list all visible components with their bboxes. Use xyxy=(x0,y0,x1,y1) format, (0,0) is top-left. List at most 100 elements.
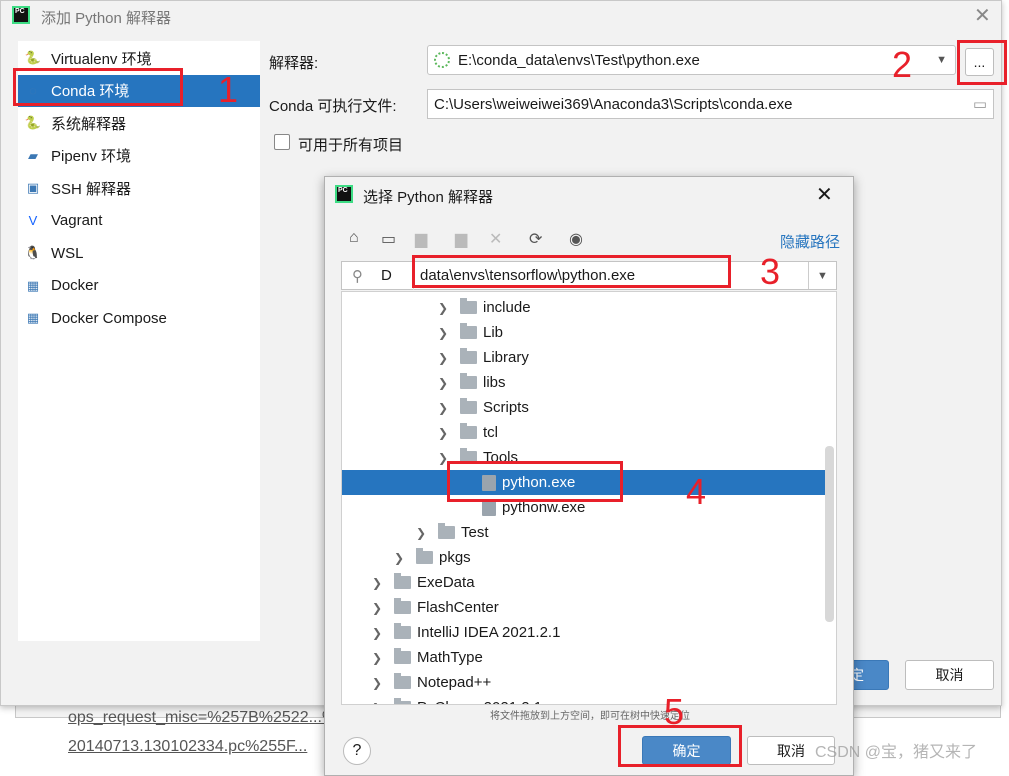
folder-icon xyxy=(394,598,411,614)
sidebar-item[interactable]: 🐍 系统解释器 xyxy=(18,107,260,139)
sidebar-item[interactable]: ▦ Docker Compose xyxy=(18,302,260,334)
annotation-box-3 xyxy=(412,255,731,288)
annotation-box-4 xyxy=(447,461,623,502)
delete-icon[interactable]: ✕ xyxy=(489,229,502,249)
tree-row[interactable]: ❯ Lib xyxy=(342,320,826,345)
show-hidden-icon[interactable]: ◉ xyxy=(569,229,583,249)
chevron-down-icon[interactable]: ▼ xyxy=(936,54,947,66)
path-prefix: D xyxy=(381,267,392,284)
chevron-down-icon[interactable]: ▼ xyxy=(808,262,836,289)
linux-icon: 🐧 xyxy=(24,245,42,260)
chevron-right-icon[interactable]: ❯ xyxy=(372,576,386,590)
tree-row-label: ExeData xyxy=(417,574,475,591)
dialog-title: 选择 Python 解释器 xyxy=(363,189,494,206)
folder-icon xyxy=(394,698,411,704)
sidebar-item[interactable]: ▰ Pipenv 环境 xyxy=(18,140,260,172)
python-icon: 🐍 xyxy=(24,115,42,130)
vagrant-icon: V xyxy=(28,213,38,228)
pipenv-icon: ▰ xyxy=(28,147,38,163)
chevron-right-icon[interactable]: ❯ xyxy=(372,676,386,690)
folder-icon[interactable]: ▭ xyxy=(973,95,987,113)
folder-icon xyxy=(460,398,477,414)
tree-row-label: include xyxy=(483,299,531,316)
scrollbar[interactable] xyxy=(825,446,834,622)
chevron-right-icon[interactable]: ❯ xyxy=(372,701,386,705)
virtualenv-icon: 🐍 xyxy=(24,50,42,65)
chevron-right-icon[interactable]: ❯ xyxy=(438,326,452,340)
tree-row[interactable]: ❯ MathType xyxy=(342,645,826,670)
chevron-right-icon[interactable]: ❯ xyxy=(416,526,430,540)
sidebar-item-label: WSL xyxy=(51,244,84,262)
tree-row[interactable]: ❯ IntelliJ IDEA 2021.2.1 xyxy=(342,620,826,645)
folder-icon xyxy=(416,548,433,564)
docker-icon: ▦ xyxy=(26,310,40,325)
chevron-right-icon[interactable]: ❯ xyxy=(372,651,386,665)
watermark: CSDN @宝，猪又来了 xyxy=(815,744,978,761)
chevron-right-icon[interactable]: ❯ xyxy=(438,351,452,365)
sidebar-item[interactable]: ▣ SSH 解释器 xyxy=(18,172,260,204)
sidebar-item-label: SSH 解释器 xyxy=(51,180,132,198)
hint-text: 将文件拖放到上方空间，即可在树中快速定位 xyxy=(490,711,690,722)
tree-row[interactable]: ❯ tcl xyxy=(342,420,826,445)
annotation-box-1 xyxy=(13,68,183,106)
chevron-right-icon[interactable]: ❯ xyxy=(394,551,408,565)
cancel-button[interactable]: 取消 xyxy=(905,660,994,690)
annotation-number-3: 3 xyxy=(760,251,781,292)
chevron-right-icon[interactable]: ❯ xyxy=(438,376,452,390)
desktop-icon[interactable]: ▭ xyxy=(381,229,396,249)
chevron-right-icon[interactable]: ❯ xyxy=(372,626,386,640)
annotation-number-1: 1 xyxy=(218,69,239,110)
refresh-icon[interactable]: ⟳ xyxy=(529,229,542,249)
sidebar-item-label: 系统解释器 xyxy=(51,115,127,133)
tree-row[interactable]: ❯ Scripts xyxy=(342,395,826,420)
all-projects-label: 可用于所有项目 xyxy=(298,137,404,154)
tree-row-label: pkgs xyxy=(439,549,471,566)
tree-row-label: tcl xyxy=(483,424,498,441)
tree-row[interactable]: ❯ ExeData xyxy=(342,570,826,595)
project-folder-icon[interactable]: ▆ xyxy=(415,229,427,249)
sidebar-item[interactable]: 🐧 WSL xyxy=(18,237,260,269)
interpreter-combo[interactable]: E:\conda_data\envs\Test\python.exe ▼ xyxy=(427,45,956,75)
tree-row[interactable]: ❯ FlashCenter xyxy=(342,595,826,620)
tree-row[interactable]: ❯ include xyxy=(342,295,826,320)
search-icon: ⚲ xyxy=(352,267,363,285)
tree-row[interactable]: ❯ pkgs xyxy=(342,545,826,570)
new-folder-icon[interactable]: ▆ xyxy=(455,229,467,249)
folder-icon xyxy=(394,573,411,589)
conda-icon xyxy=(434,52,450,68)
annotation-box-2 xyxy=(957,40,1007,85)
docker-icon: ▦ xyxy=(26,277,40,293)
hide-path-link[interactable]: 隐藏路径 xyxy=(780,231,840,252)
folder-icon xyxy=(394,623,411,639)
tree-row[interactable]: ❯ PyCharm 2021.2.1 xyxy=(342,695,826,705)
close-icon[interactable]: ✕ xyxy=(816,182,833,207)
pycharm-logo-icon: PC xyxy=(335,185,353,203)
tree-row-label: Scripts xyxy=(483,399,529,416)
folder-icon xyxy=(460,323,477,339)
folder-icon xyxy=(460,373,477,389)
tree-row[interactable]: ❯ Library xyxy=(342,345,826,370)
folder-icon xyxy=(394,673,411,689)
tree-row[interactable]: ❯ Test xyxy=(342,520,826,545)
interpreter-type-list: 🐍 Virtualenv 环境 ◌ Conda 环境 🐍 系统解释器 ▰ Pipenv 环境 ▣… xyxy=(18,41,260,641)
folder-icon xyxy=(438,523,455,539)
conda-executable-field[interactable]: C:\Users\weiweiwei369\Anaconda3\Scripts\… xyxy=(427,89,994,119)
chevron-right-icon[interactable]: ❯ xyxy=(372,601,386,615)
help-button[interactable]: ? xyxy=(343,737,371,765)
sidebar-item-label: Pipenv 环境 xyxy=(51,148,132,165)
tree-row[interactable]: ❯ Notepad++ xyxy=(342,670,826,695)
sidebar-item-label: Virtualenv 环境 xyxy=(51,50,152,68)
sidebar-item[interactable]: V Vagrant xyxy=(18,205,260,237)
chevron-right-icon[interactable]: ❯ xyxy=(438,301,452,315)
chevron-right-icon[interactable]: ❯ xyxy=(438,401,452,415)
home-icon[interactable]: ⌂ xyxy=(349,229,359,247)
folder-icon xyxy=(460,348,477,364)
tree-row-label: Test xyxy=(461,524,489,541)
sidebar-item[interactable]: ▦ Docker xyxy=(18,270,260,302)
dialog-title: 添加 Python 解释器 xyxy=(41,10,172,27)
all-projects-checkbox[interactable] xyxy=(274,134,290,150)
close-icon[interactable]: ✕ xyxy=(974,3,991,28)
web-link[interactable]: 20140713.130102334.pc%255F... xyxy=(68,738,307,756)
tree-row[interactable]: ❯ libs xyxy=(342,370,826,395)
chevron-right-icon[interactable]: ❯ xyxy=(438,426,452,440)
